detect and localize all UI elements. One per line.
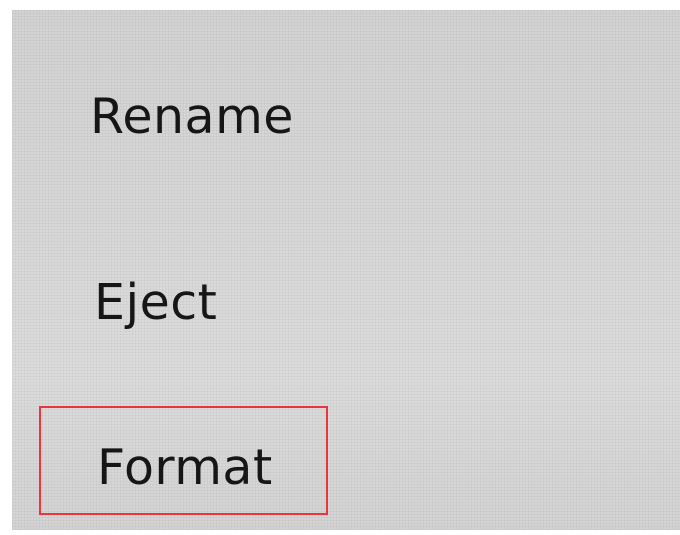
tv-screen-menu: Rename Eject Format — [12, 10, 680, 530]
photo-frame: Rename Eject Format — [0, 0, 680, 535]
menu-item-eject[interactable]: Eject — [94, 278, 217, 327]
menu-item-rename[interactable]: Rename — [90, 92, 294, 141]
menu-item-format[interactable]: Format — [97, 443, 273, 492]
